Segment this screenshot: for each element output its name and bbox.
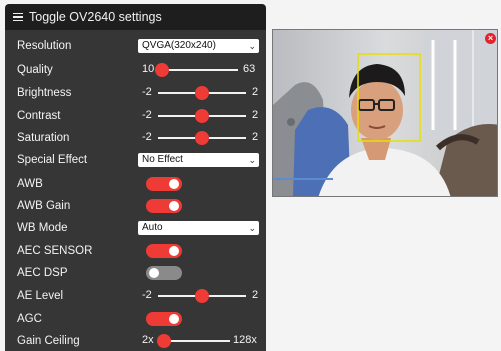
brightness-label: Brightness: [17, 87, 72, 99]
ae-level-min: -2: [142, 289, 152, 301]
resolution-select[interactable]: QVGA(320x240) ⌄: [138, 39, 259, 53]
ae-level-label: AE Level: [17, 290, 64, 302]
quality-thumb[interactable]: [155, 63, 169, 77]
saturation-max: 2: [252, 131, 259, 143]
gain-ceiling-min: 2x: [142, 334, 154, 346]
contrast-min: -2: [142, 109, 152, 121]
settings-panel: Resolution QVGA(320x240) ⌄ Quality 10 63…: [5, 30, 266, 351]
awb-gain-toggle-knob: [169, 201, 179, 211]
agc-toggle-knob: [169, 314, 179, 324]
gain-ceiling-thumb[interactable]: [157, 334, 171, 348]
quality-min: 10: [142, 63, 155, 75]
ae-level-row: AE Level -2 2: [5, 285, 266, 307]
aec-sensor-row: AEC SENSOR: [5, 240, 266, 262]
quality-track[interactable]: [162, 69, 238, 71]
brightness-slider[interactable]: -2 2: [142, 82, 262, 104]
gain-ceiling-max: 128x: [233, 334, 257, 346]
contrast-row: Contrast -2 2: [5, 105, 266, 127]
brightness-min: -2: [142, 86, 152, 98]
agc-label: AGC: [17, 313, 42, 325]
close-icon[interactable]: ×: [485, 33, 496, 44]
agc-toggle[interactable]: [146, 312, 182, 326]
ae-level-slider[interactable]: -2 2: [142, 285, 262, 307]
awb-gain-row: AWB Gain: [5, 195, 266, 217]
chevron-down-icon: ⌄: [248, 223, 256, 233]
wb-mode-label: WB Mode: [17, 222, 68, 234]
contrast-thumb[interactable]: [195, 109, 209, 123]
special-effect-value: No Effect: [142, 154, 183, 165]
contrast-label: Contrast: [17, 110, 61, 122]
settings-header[interactable]: Toggle OV2640 settings: [5, 4, 266, 30]
quality-label: Quality: [17, 64, 53, 76]
saturation-slider[interactable]: -2 2: [142, 127, 262, 149]
gain-ceiling-label: Gain Ceiling: [17, 335, 80, 347]
aec-dsp-label: AEC DSP: [17, 267, 68, 279]
aec-sensor-label: AEC SENSOR: [17, 245, 93, 257]
wb-mode-value: Auto: [142, 222, 163, 233]
wb-mode-select[interactable]: Auto ⌄: [138, 221, 259, 235]
settings-toggle-title[interactable]: Toggle OV2640 settings: [29, 10, 162, 24]
contrast-slider[interactable]: -2 2: [142, 105, 262, 127]
aec-sensor-toggle[interactable]: [146, 244, 182, 258]
hamburger-menu-icon[interactable]: [13, 12, 23, 22]
aec-sensor-toggle-knob: [169, 246, 179, 256]
chevron-down-icon: ⌄: [248, 41, 256, 51]
awb-gain-label: AWB Gain: [17, 200, 71, 212]
aec-dsp-row: AEC DSP: [5, 262, 266, 284]
brightness-row: Brightness -2 2: [5, 82, 266, 104]
camera-frame-image: [273, 30, 497, 196]
quality-slider[interactable]: 10 63: [142, 59, 262, 81]
special-effect-label: Special Effect: [17, 154, 88, 166]
saturation-label: Saturation: [17, 132, 70, 144]
resolution-label: Resolution: [17, 40, 72, 52]
awb-toggle[interactable]: [146, 177, 182, 191]
gain-ceiling-slider[interactable]: 2x 128x: [142, 330, 262, 351]
aec-dsp-toggle[interactable]: [146, 266, 182, 280]
camera-stream: [272, 29, 498, 197]
aec-dsp-toggle-knob: [149, 268, 159, 278]
resolution-row: Resolution QVGA(320x240) ⌄: [5, 35, 266, 57]
awb-row: AWB: [5, 173, 266, 195]
special-effect-select[interactable]: No Effect ⌄: [138, 153, 259, 167]
wb-mode-row: WB Mode Auto ⌄: [5, 217, 266, 239]
contrast-max: 2: [252, 109, 259, 121]
ae-level-max: 2: [252, 289, 259, 301]
agc-row: AGC: [5, 308, 266, 330]
saturation-row: Saturation -2 2: [5, 127, 266, 149]
awb-gain-toggle[interactable]: [146, 199, 182, 213]
gain-ceiling-track[interactable]: [164, 340, 230, 342]
chevron-down-icon: ⌄: [248, 155, 256, 165]
saturation-min: -2: [142, 131, 152, 143]
quality-max: 63: [243, 63, 256, 75]
ae-level-thumb[interactable]: [195, 289, 209, 303]
awb-toggle-knob: [169, 179, 179, 189]
brightness-max: 2: [252, 86, 259, 98]
gain-ceiling-row: Gain Ceiling 2x 128x: [5, 330, 266, 351]
resolution-value: QVGA(320x240): [142, 40, 216, 51]
saturation-thumb[interactable]: [195, 131, 209, 145]
brightness-thumb[interactable]: [195, 86, 209, 100]
awb-label: AWB: [17, 178, 43, 190]
quality-row: Quality 10 63: [5, 59, 266, 81]
special-effect-row: Special Effect No Effect ⌄: [5, 149, 266, 171]
